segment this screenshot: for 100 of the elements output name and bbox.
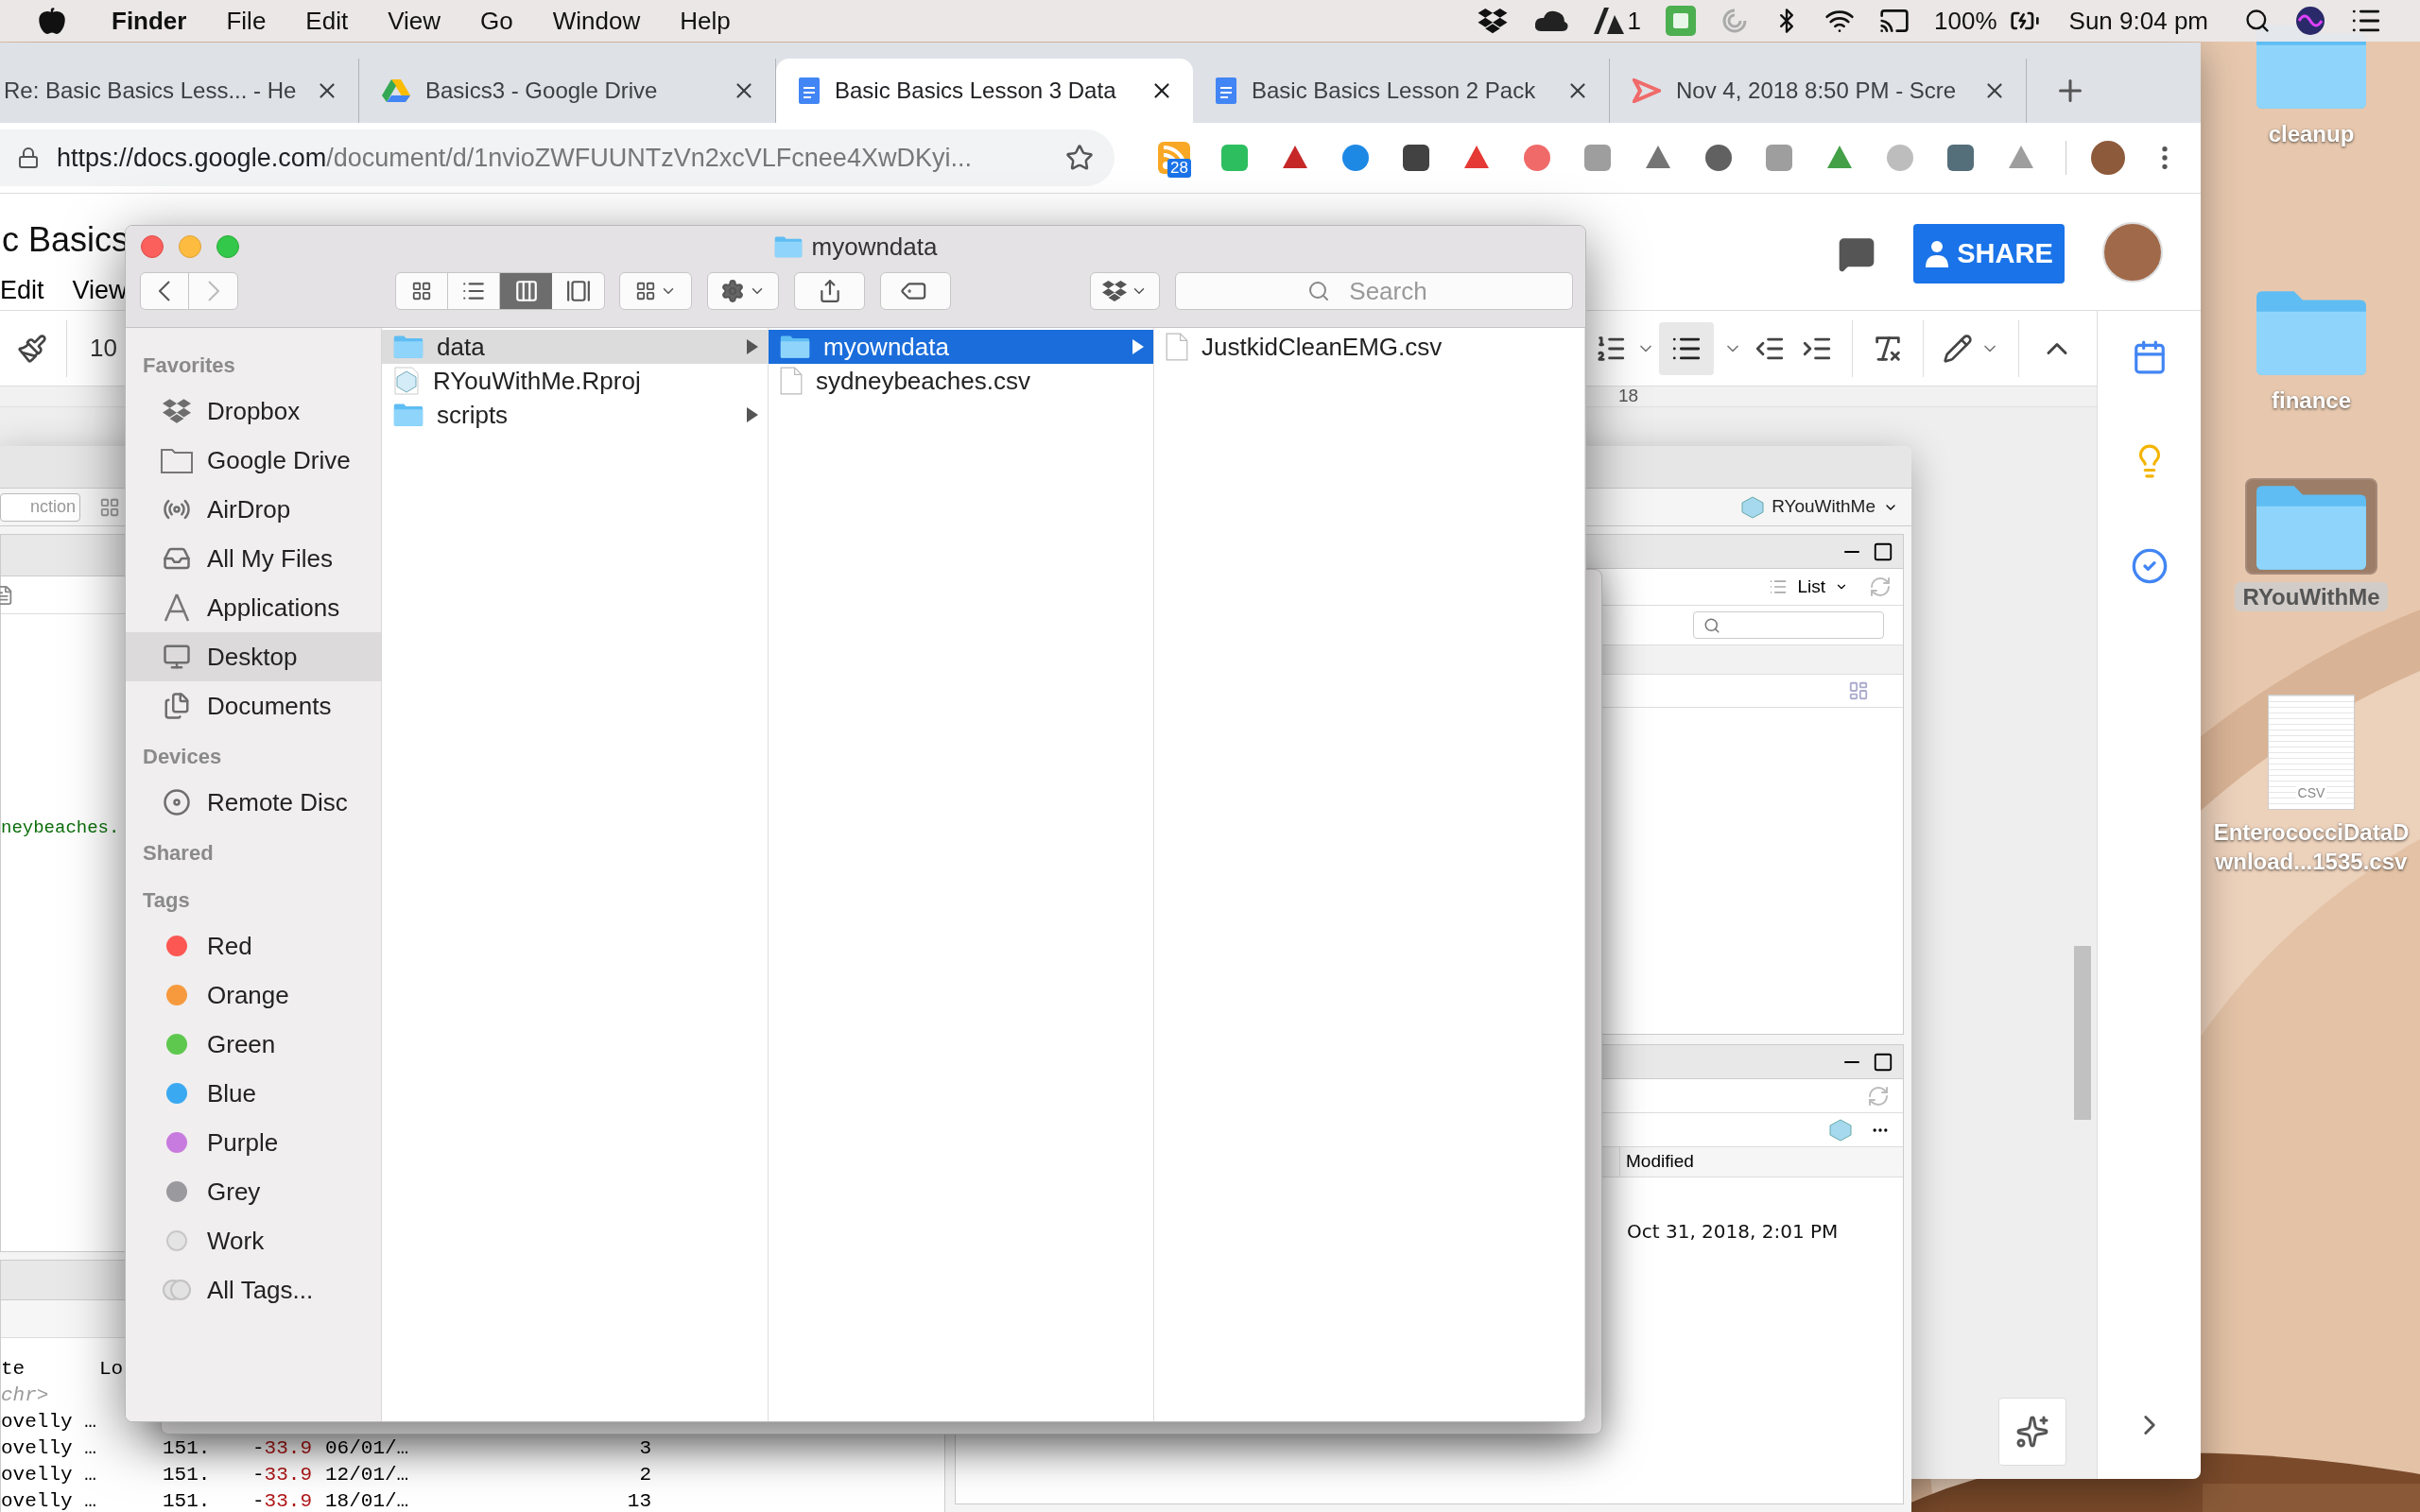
tab-title: Basic Basics Lesson 3 Data [835,77,1117,105]
bulleted-list-button[interactable] [1659,321,1714,375]
notebook-icon[interactable] [0,584,14,606]
console-cell-text: 13 [626,1489,651,1512]
menu-item[interactable]: Edit [0,271,44,310]
document-title[interactable]: c Basics [2,215,130,266]
menu-item[interactable]: Go [480,2,513,40]
siri-icon[interactable] [2295,6,2325,36]
console-cell-text: 151. [163,1489,212,1512]
dropbox-icon [163,397,191,425]
grid-icon[interactable] [99,496,120,518]
browser-tab[interactable]: Basics3 - Google Drive [359,59,776,123]
console-cell-text: -33.9 [252,1436,314,1461]
sidebar-item[interactable]: Desktop [126,632,381,681]
menu-item[interactable]: Help [680,2,731,40]
folder-icon [161,447,193,473]
arrange-button[interactable] [619,272,692,310]
browser-tab[interactable]: Nov 4, 2018 8:50 PM - Scre [1610,59,2027,123]
sidebar-item[interactable]: Dropbox [126,387,381,436]
drive-triangle-icon [382,78,410,103]
column-view-button[interactable] [500,273,552,309]
dropbox-button[interactable] [1090,272,1160,310]
sidebar-item[interactable]: Purple [126,1118,381,1167]
sidebar-item[interactable]: All My Files [126,534,381,583]
all-tags-icon [163,1279,191,1301]
console-cell-text: ovelly … [1,1436,97,1461]
zoom-select[interactable]: 10 [90,330,117,367]
code-line: neybeaches. [1,816,120,840]
browser-tab[interactable]: Basic Basics Lesson 2 Pack [1193,59,1610,123]
monitor-icon [163,643,191,671]
sidebar-heading: Favorites [142,352,236,379]
file-row[interactable]: JustkidCleanEMG.csv [1154,330,1584,364]
menu-item[interactable]: View [72,271,128,310]
action-button[interactable] [707,272,779,310]
sidebar-item[interactable]: Google Drive [126,436,381,485]
search-icon[interactable] [2244,8,2271,34]
grid-icon [411,281,432,301]
sidebar-item[interactable]: Documents [126,681,381,730]
extension-icon[interactable] [1945,142,1977,174]
tab-title: Basics3 - Google Drive [425,77,659,105]
paint-format-icon[interactable] [17,333,47,364]
dropbox-icon[interactable] [1476,7,1509,35]
file-row[interactable]: data [382,330,768,364]
file-row[interactable]: myowndata [769,330,1153,364]
explore-button[interactable] [1998,1398,2066,1466]
view-mode-menu[interactable]: List [1797,573,1825,601]
project-menu[interactable]: RYouWithMe [1772,493,1876,521]
pencil-icon[interactable] [1943,333,1973,364]
address-bar[interactable]: https://docs.google.com/document/d/1nvioZWFUUNTzVn2xcVLFcnee4XwDKyi... [0,129,1115,186]
clock[interactable]: Sun 9:04 pm [2068,2,2208,40]
sidebar-item[interactable]: Green [126,1020,381,1069]
apple-icon[interactable] [38,7,66,35]
folder-icon [773,235,803,258]
file-row[interactable]: scripts [382,398,768,432]
file-label: cleanup [2268,120,2355,148]
file-row[interactable]: sydneybeaches.csv [769,364,1153,398]
check-circle-icon[interactable] [2130,547,2169,585]
sidebar-item[interactable]: All Tags... [126,1265,381,1314]
sidebar-heading: Devices [142,744,223,770]
console-cell-text: -33.9 [252,1489,314,1512]
maximize-icon[interactable] [1873,541,1893,562]
browser-tab[interactable]: Basic Basics Lesson 3 Data [776,59,1193,123]
menu-item[interactable]: File [226,2,267,40]
extension-icon[interactable] [1703,142,1735,174]
file-row[interactable]: RYouWithMe.Rproj [382,364,768,398]
tag-button[interactable] [880,272,951,310]
search-field[interactable] [1693,611,1884,639]
close-button[interactable] [141,235,164,258]
bookmark-star-icon[interactable] [1065,144,1094,172]
comment-icon[interactable] [1838,235,1876,273]
sidebar-item[interactable]: Blue [126,1069,381,1118]
compass-icon [162,593,192,623]
sidebar-item[interactable]: Applications [126,583,381,632]
profile-avatar[interactable] [2091,141,2125,175]
adobe-icon[interactable] [1593,8,1624,34]
tab-title: Nov 4, 2018 8:50 PM - Scre [1676,77,1958,105]
extension-icon[interactable] [1400,142,1432,174]
console-cell-text: -33.9 [252,1463,314,1487]
share-button[interactable]: SHARE [1913,224,2065,284]
menu-item[interactable]: View [388,2,441,40]
column-header: Lo [99,1357,124,1382]
share-button[interactable] [794,272,865,310]
search-field[interactable]: Search [1175,272,1573,310]
ruler-number: 18 [1618,385,1639,408]
sidebar-item[interactable]: Red [126,921,381,971]
folder-icon [393,403,424,427]
menu-item[interactable]: Finder [112,2,187,40]
sparkle-icon [2015,1415,2049,1449]
battery-percent: 100% [1934,5,1997,37]
maximize-icon[interactable] [1873,1051,1893,1073]
sidebar-item[interactable]: Grey [126,1167,381,1216]
dropbox-icon [1102,279,1127,303]
browser-tab[interactable]: Re: Basic Basics Less... - He [0,59,359,123]
menu-item[interactable]: Edit [305,2,349,40]
sidebar-item[interactable]: Remote Disc [126,778,381,827]
column-header[interactable]: Modified [1619,1147,1694,1177]
sidebar-item[interactable]: Orange [126,971,381,1020]
sidebar-item[interactable]: AirDrop [126,485,381,534]
sidebar-item[interactable]: Work [126,1216,381,1265]
menu-item[interactable]: Window [552,2,641,40]
